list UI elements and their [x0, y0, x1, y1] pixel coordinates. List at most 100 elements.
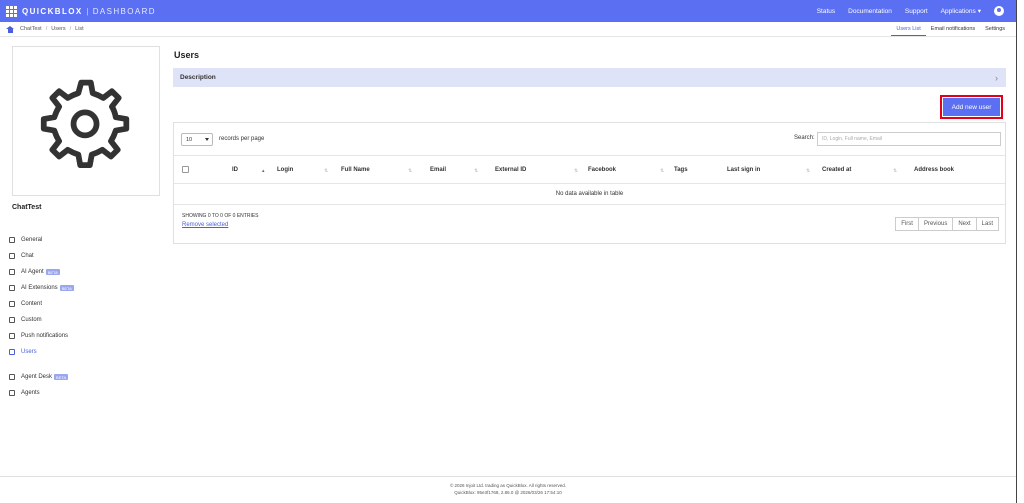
- database-icon: [9, 237, 15, 243]
- breadcrumb-separator: /: [69, 26, 72, 32]
- sidebar-item-chat[interactable]: Chat: [9, 248, 159, 264]
- sidebar-item-label: General: [21, 237, 43, 243]
- user-avatar-icon[interactable]: [994, 6, 1004, 16]
- column-address-book: Address book: [914, 167, 955, 173]
- footer-copyright: © 2026 Injoit Ltd. trading as QuickBlox.…: [449, 483, 567, 488]
- description-accordion[interactable]: Description ›: [173, 68, 1006, 87]
- pagination-first-button[interactable]: First: [895, 217, 919, 231]
- search-label: Search:: [794, 135, 815, 141]
- ai-extensions-icon: [9, 285, 15, 291]
- sidebar-item-push-notifications[interactable]: Push notifications: [9, 328, 159, 344]
- nav-applications-dropdown[interactable]: Applications ▾: [941, 7, 981, 15]
- sort-icon: ⇅: [660, 168, 665, 174]
- users-table-panel: 10 records per page Search: ID ▴ Login ⇅…: [173, 122, 1006, 244]
- sort-asc-icon: ▴: [262, 168, 265, 174]
- brand-name: QUICKBLOX: [22, 6, 83, 16]
- sidebar-item-label: AI Agent: [21, 269, 44, 275]
- sort-icon: ⇅: [806, 168, 811, 174]
- breadcrumb-users[interactable]: Users: [51, 26, 65, 32]
- header-divider: [0, 36, 1016, 37]
- sidebar-item-label: Chat: [21, 253, 34, 259]
- page-length-select[interactable]: 10: [181, 133, 213, 146]
- sort-icon: ⇅: [474, 168, 479, 174]
- sub-tabs: Users List Email notifications Settings: [891, 22, 1010, 36]
- column-created-at[interactable]: Created at: [822, 167, 851, 173]
- nav-support-link[interactable]: Support: [905, 8, 928, 15]
- sort-icon: ⇅: [893, 168, 898, 174]
- entries-info: SHOWING 0 TO 0 OF 0 ENTRIES: [182, 213, 259, 219]
- sort-icon: ⇅: [324, 168, 329, 174]
- custom-icon: [9, 317, 15, 323]
- home-icon[interactable]: [6, 25, 14, 33]
- page-title: Users: [174, 50, 200, 60]
- pagination-last-button[interactable]: Last: [975, 217, 999, 231]
- column-login[interactable]: Login: [277, 167, 293, 173]
- chevron-right-icon: ›: [995, 72, 998, 83]
- sidebar-item-ai-agent[interactable]: AI Agent BETA: [9, 264, 159, 280]
- sidebar-item-custom[interactable]: Custom: [9, 312, 159, 328]
- nav-documentation-link[interactable]: Documentation: [848, 8, 892, 15]
- table-header: ID ▴ Login ⇅ Full Name ⇅ Email ⇅ Externa…: [174, 155, 1005, 184]
- pagination: First Previous Next Last: [895, 217, 999, 231]
- logo-grid-icon: [6, 5, 17, 17]
- remove-selected-link[interactable]: Remove selected: [182, 222, 228, 228]
- sidebar-item-label: Content: [21, 301, 43, 307]
- sidebar-item-content[interactable]: Content: [9, 296, 159, 312]
- ai-agent-icon: [9, 269, 15, 275]
- chat-icon: [9, 253, 15, 259]
- search-input[interactable]: [817, 132, 1001, 146]
- app-name: ChatTest: [12, 204, 42, 211]
- applications-label: Applications: [940, 8, 976, 15]
- sidebar-nav: General Chat AI Agent BETA AI Extensions…: [9, 232, 159, 401]
- brand-separator: |: [86, 6, 89, 16]
- column-email[interactable]: Email: [430, 167, 446, 173]
- breadcrumb-separator: /: [45, 26, 48, 32]
- sidebar-item-label: Custom: [21, 317, 42, 323]
- add-new-user-button[interactable]: Add new user: [943, 98, 1000, 116]
- tab-settings[interactable]: Settings: [980, 22, 1010, 36]
- column-last-sign-in[interactable]: Last sign in: [727, 167, 760, 173]
- bell-icon: [9, 333, 15, 339]
- window-edge: [1016, 0, 1024, 503]
- sidebar-item-label: Agents: [21, 390, 40, 396]
- column-external-id[interactable]: External ID: [495, 167, 526, 173]
- tab-email-notifications[interactable]: Email notifications: [926, 22, 980, 36]
- sidebar-item-users[interactable]: Users: [9, 344, 159, 360]
- sidebar-item-label: Push notifications: [21, 333, 69, 339]
- records-per-page-label: records per page: [219, 136, 265, 142]
- brand-logo[interactable]: QUICKBLOX | DASHBOARD: [6, 5, 156, 17]
- pagination-next-button[interactable]: Next: [952, 217, 977, 231]
- description-label: Description: [180, 74, 216, 81]
- agents-icon: [9, 390, 15, 396]
- column-facebook[interactable]: Facebook: [588, 167, 616, 173]
- pagination-previous-button[interactable]: Previous: [917, 217, 954, 231]
- column-full-name[interactable]: Full Name: [341, 167, 370, 173]
- sidebar-item-ai-extensions[interactable]: AI Extensions BETA: [9, 280, 159, 296]
- chevron-down-icon: [205, 138, 209, 141]
- tab-users-list[interactable]: Users List: [891, 22, 926, 36]
- breadcrumb: ChatTest / Users / List: [6, 24, 84, 34]
- beta-badge: BETA: [59, 285, 74, 291]
- content-icon: [9, 301, 15, 307]
- nav-status-link[interactable]: Status: [817, 8, 835, 15]
- column-tags: Tags: [674, 167, 688, 173]
- sidebar-item-agents[interactable]: Agents: [9, 385, 159, 401]
- app-image-card: [12, 46, 160, 196]
- agent-desk-icon: [9, 374, 15, 380]
- sidebar-item-agent-desk[interactable]: Agent Desk BETA: [9, 369, 159, 385]
- beta-badge: BETA: [54, 374, 69, 380]
- footer-divider: [0, 476, 1016, 477]
- column-id[interactable]: ID: [232, 167, 238, 173]
- select-all-checkbox[interactable]: [182, 166, 189, 173]
- page-length-value: 10: [186, 136, 193, 143]
- footer-version: QuickBlox: 95e3f1768, 2.86.0 @ 2026/03/2…: [454, 490, 562, 495]
- sort-icon: ⇅: [408, 168, 413, 174]
- breadcrumb-list: List: [75, 26, 84, 32]
- sidebar-item-general[interactable]: General: [9, 232, 159, 248]
- chevron-down-icon: ▾: [977, 8, 981, 15]
- sidebar-item-label: Agent Desk: [21, 374, 53, 380]
- sidebar-item-label: Users: [21, 349, 37, 355]
- breadcrumb-app[interactable]: ChatTest: [20, 26, 42, 32]
- users-icon: [9, 349, 15, 355]
